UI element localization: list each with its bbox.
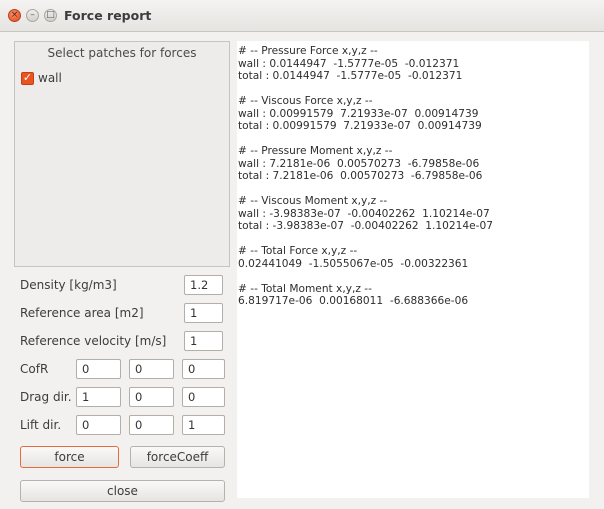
lift-dir-z-field[interactable]: 1: [182, 415, 225, 435]
output-line: # -- Total Moment x,y,z --: [238, 282, 372, 295]
output-line: 6.819717e-06 0.00168011 -6.688366e-06: [238, 295, 469, 307]
reference-velocity-field[interactable]: 1: [184, 331, 223, 351]
drag-dir-x-field[interactable]: 1: [76, 387, 121, 407]
lift-dir-x-field[interactable]: 0: [76, 415, 121, 435]
output-line: total : 7.2181e-06 0.00570273 -6.79858e-…: [238, 170, 483, 182]
close-button[interactable]: close: [20, 480, 225, 502]
output-line: # -- Total Force x,y,z --: [238, 245, 358, 257]
density-field[interactable]: 1.2: [184, 275, 223, 295]
wall-checkbox[interactable]: ✓: [21, 71, 34, 85]
output-line: wall : 0.00991579 7.21933e-07 0.00914739: [238, 107, 479, 120]
output-line: total : 0.0144947 -1.5777e-05 -0.012371: [238, 70, 463, 82]
density-label: Density [kg/m3]: [20, 278, 117, 292]
patch-item-label: wall: [38, 71, 62, 85]
output-line: wall : -3.98383e-07 -0.00402262 1.10214e…: [238, 207, 490, 220]
title-bar: × – □ Force report: [0, 0, 604, 32]
lift-dir-label: Lift dir.: [20, 418, 62, 432]
lift-dir-y-field[interactable]: 0: [129, 415, 174, 435]
force-coeff-button[interactable]: forceCoeff: [130, 446, 225, 468]
drag-dir-y-field[interactable]: 0: [129, 387, 174, 407]
cofr-x-field[interactable]: 0: [76, 359, 121, 379]
output-line: # -- Viscous Moment x,y,z --: [238, 195, 388, 207]
force-report-output[interactable]: # -- Pressure Force x,y,z -- wall : 0.014…: [237, 41, 589, 498]
checkmark-icon: ✓: [22, 71, 33, 84]
drag-dir-label: Drag dir.: [20, 390, 72, 404]
reference-area-label: Reference area [m2]: [20, 306, 144, 320]
output-line: wall : 0.0144947 -1.5777e-05 -0.012371: [238, 57, 460, 70]
output-line: 0.02441049 -1.5055067e-05 -0.00322361: [238, 257, 469, 270]
patch-list-header: Select patches for forces: [47, 46, 197, 60]
cofr-y-field[interactable]: 0: [129, 359, 174, 379]
reference-velocity-label: Reference velocity [m/s]: [20, 334, 167, 348]
force-button[interactable]: force: [20, 446, 119, 468]
output-line: total : -3.98383e-07 -0.00402262 1.10214…: [238, 220, 493, 232]
output-line: # -- Pressure Moment x,y,z --: [238, 145, 393, 157]
patch-list-panel: Select patches for forces ✓ wall: [14, 41, 230, 267]
maximize-icon[interactable]: □: [44, 9, 57, 22]
minimize-icon[interactable]: –: [26, 9, 39, 22]
output-line: wall : 7.2181e-06 0.00570273 -6.79858e-0…: [238, 157, 480, 170]
output-line: total : 0.00991579 7.21933e-07 0.0091473…: [238, 120, 482, 132]
reference-area-field[interactable]: 1: [184, 303, 223, 323]
cofr-label: CofR: [20, 362, 49, 376]
close-icon[interactable]: ×: [8, 9, 21, 22]
output-line: # -- Viscous Force x,y,z --: [238, 95, 373, 107]
drag-dir-z-field[interactable]: 0: [182, 387, 225, 407]
window-title: Force report: [64, 8, 152, 23]
cofr-z-field[interactable]: 0: [182, 359, 225, 379]
output-line: # -- Pressure Force x,y,z --: [238, 45, 378, 57]
